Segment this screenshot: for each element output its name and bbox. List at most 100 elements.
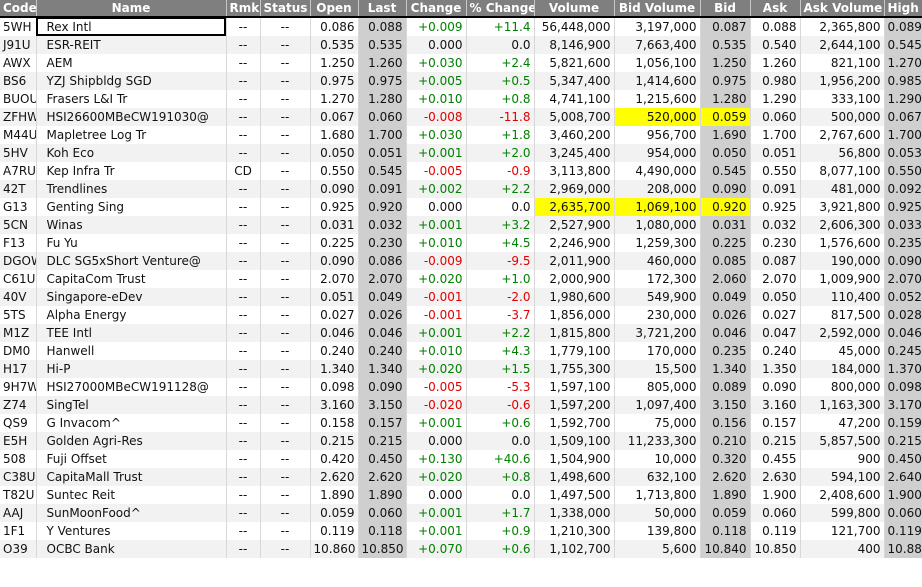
cell-pct: 0.0 [466,432,535,450]
cell-code: BUOU [0,90,37,108]
table-row[interactable]: QS9 G Invacom^ -- -- 0.158 0.157 +0.001 +0.6 1,5… [0,414,922,432]
header-row: Code Name Rmk Status Open Last Change% Change V… [0,0,922,17]
cell-volume: 8,146,900 [534,36,615,54]
cell-rmk: -- [226,504,261,522]
column-header-last[interactable]: Last [358,0,407,17]
cell-change: -0.001 [406,288,467,306]
cell-last: 0.920 [358,198,407,216]
cell-bid: 1.280 [700,90,751,108]
cell-name: Golden Agri-Res [36,432,227,450]
column-header-open[interactable]: Open [310,0,359,17]
cell-askvol: 5,857,500 [800,432,885,450]
cell-rmk: -- [226,252,261,270]
table-row[interactable]: ZFHW HSI26600MBeCW191030@ -- -- 0.067 0.060 -0… [0,108,922,126]
cell-bidvol: 75,000 [614,414,701,432]
column-header-name[interactable]: Name [36,0,227,17]
cell-change: +0.010 [406,234,467,252]
table-row[interactable]: G13 Genting Sing -- -- 0.925 0.920 0.000 0.0 2,6… [0,198,922,216]
cell-pct: 0.0 [466,36,535,54]
column-header-change[interactable]: % Change [466,0,535,17]
cell-code: AAJ [0,504,37,522]
cell-volume: 56,448,000 [534,16,615,36]
table-row[interactable]: AAJ SunMoonFood^ -- -- 0.059 0.060 +0.001 +1.7 1… [0,504,922,522]
column-header-ask-volume[interactable]: Ask Volume [800,0,885,17]
table-row[interactable]: C61U CapitaCom Trust -- -- 2.070 2.070 +0.020 +… [0,270,922,288]
table-row[interactable]: 5CN Winas -- -- 0.031 0.032 +0.001 +3.2 2,527,90… [0,216,922,234]
cell-open: 1.890 [310,486,359,504]
cell-open: 1.250 [310,54,359,72]
cell-open: 0.059 [310,504,359,522]
cell-rmk: -- [226,54,261,72]
column-header-volume[interactable]: Volume [534,0,615,17]
table-row[interactable]: E5H Golden Agri-Res -- -- 0.215 0.215 0.000 0.0… [0,432,922,450]
cell-bidvol: 1,713,800 [614,486,701,504]
column-header-ask[interactable]: Ask [750,0,801,17]
cell-high: 0.060 [884,504,922,522]
table-row[interactable]: C38U CapitaMall Trust -- -- 2.620 2.620 +0.020… [0,468,922,486]
cell-status: -- [260,234,311,252]
table-row[interactable]: 9H7W HSI27000MBeCW191128@ -- -- 0.098 0.090 -0… [0,378,922,396]
cell-bid: 0.031 [700,216,751,234]
cell-rmk: -- [226,468,261,486]
cell-volume: 1,597,200 [534,396,615,414]
cell-bid: 0.545 [700,162,751,180]
cell-bidvol: 230,000 [614,306,701,324]
cell-pct: 0.0 [466,486,535,504]
table-row[interactable]: 5HV Koh Eco -- -- 0.050 0.051 +0.001 +2.0 3,245,… [0,144,922,162]
table-row[interactable]: H17 Hi-P -- -- 1.340 1.340 +0.020 +1.5 1,755,300… [0,360,922,378]
column-header-status[interactable]: Status [260,0,311,17]
table-row[interactable]: Z74 SingTel -- -- 3.160 3.150 -0.020 -0.6 1,597,… [0,396,922,414]
column-header-high[interactable]: High [884,0,922,17]
table-row[interactable]: 5WH Rex Intl -- -- 0.086 0.088 +0.009 +11.4 56,4… [0,16,922,36]
cell-status: -- [260,252,311,270]
cell-status: -- [260,432,311,450]
cell-bidvol: 7,663,400 [614,36,701,54]
table-row[interactable]: BUOU Frasers L&I Tr -- -- 1.270 1.280 +0.010 +0… [0,90,922,108]
table-row[interactable]: O39 OCBC Bank -- -- 10.860 10.850 +0.070 +0.6 1,… [0,540,922,558]
table-row[interactable]: 508 Fuji Offset -- -- 0.420 0.450 +0.130 +40.6 1… [0,450,922,468]
table-row[interactable]: 40V Singapore-eDev -- -- 0.051 0.049 -0.001 -2.… [0,288,922,306]
column-header-bid-volume[interactable]: Bid Volume [614,0,701,17]
cell-ask: 1.700 [750,126,801,144]
table-row[interactable]: DM0 Hanwell -- -- 0.240 0.240 +0.010 +4.3 1,779,… [0,342,922,360]
cell-high: 0.925 [884,198,922,216]
cell-bid: 1.890 [700,486,751,504]
table-row[interactable]: BS6 YZJ Shipbldg SGD -- -- 0.975 0.975 +0.005 +… [0,72,922,90]
table-row[interactable]: 1F1 Y Ventures -- -- 0.119 0.118 +0.001 +0.9 1,2… [0,522,922,540]
column-header-bid[interactable]: Bid [700,0,751,17]
cell-last: 1.280 [358,90,407,108]
cell-rmk: -- [226,342,261,360]
table-row[interactable]: J91U ESR-REIT -- -- 0.535 0.535 0.000 0.0 8,146,… [0,36,922,54]
table-row[interactable]: A7RU Kep Infra Tr CD -- 0.550 0.545 -0.005 -0.9… [0,162,922,180]
cell-open: 2.070 [310,270,359,288]
cell-high: 0.215 [884,432,922,450]
cell-code: C61U [0,270,37,288]
table-row[interactable]: 5TS Alpha Energy -- -- 0.027 0.026 -0.001 -3.7 1… [0,306,922,324]
cell-bidvol: 956,700 [614,126,701,144]
cell-volume: 2,246,900 [534,234,615,252]
cell-name: Rex Intl [36,16,227,36]
cell-name: Koh Eco [36,144,227,162]
table-row[interactable]: M44U Mapletree Log Tr -- -- 1.680 1.700 +0.030… [0,126,922,144]
cell-rmk: -- [226,16,261,36]
table-row[interactable]: F13 Fu Yu -- -- 0.225 0.230 +0.010 +4.5 2,246,90… [0,234,922,252]
table-row[interactable]: T82U Suntec Reit -- -- 1.890 1.890 0.000 0.0 1,4… [0,486,922,504]
cell-last: 0.060 [358,504,407,522]
column-header-change[interactable]: Change [406,0,467,17]
cell-pct: +2.0 [466,144,535,162]
cell-ask: 0.550 [750,162,801,180]
cell-name: Y Ventures [36,522,227,540]
cell-status: -- [260,144,311,162]
cell-rmk: -- [226,90,261,108]
cell-askvol: 3,921,800 [800,198,885,216]
cell-last: 10.850 [358,540,407,558]
table-row[interactable]: AWX AEM -- -- 1.250 1.260 +0.030 +2.4 5,821,600 1… [0,54,922,72]
table-row[interactable]: DGOWDLC SG5xShort Venture@----0.0900.086… [0,252,922,270]
table-row[interactable]: 42T Trendlines -- -- 0.090 0.091 +0.002 +2.2 2,9… [0,180,922,198]
cell-volume: 2,527,900 [534,216,615,234]
table-row[interactable]: M1Z TEE Intl -- -- 0.046 0.046 +0.001 +2.2 1,815… [0,324,922,342]
cell-rmk: -- [226,396,261,414]
cell-open: 0.031 [310,216,359,234]
column-header-rmk[interactable]: Rmk [226,0,261,17]
column-header-code[interactable]: Code [0,0,37,17]
